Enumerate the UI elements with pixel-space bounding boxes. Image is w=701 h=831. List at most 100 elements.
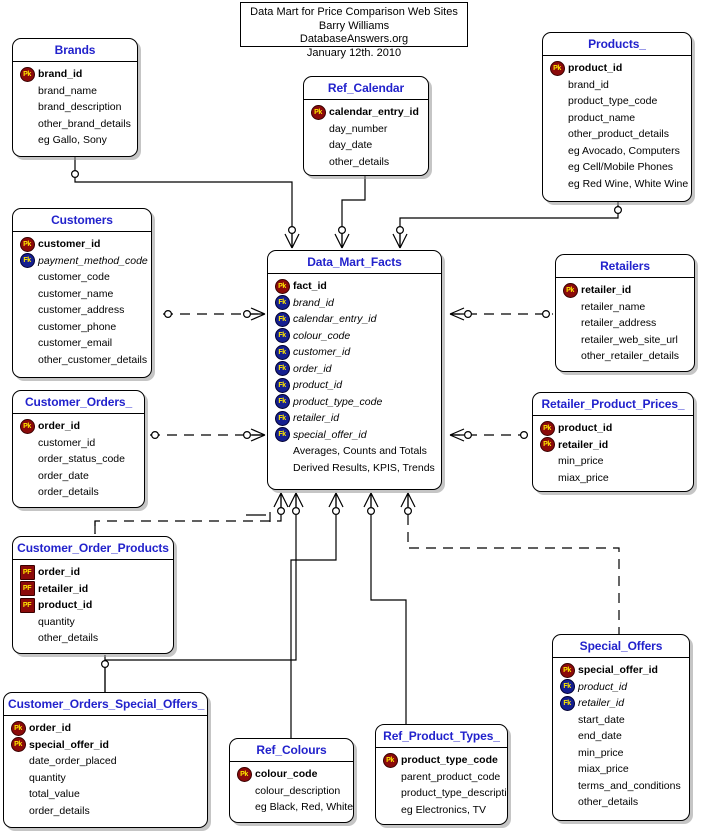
key-badge-slot: Fk [272, 344, 292, 360]
entity-customers[interactable]: Customers Pk customer_id Fk payment_method_… [12, 208, 152, 378]
attribute-row: PF order_id [17, 564, 169, 581]
attribute-row: min_price [537, 453, 689, 470]
key-badge-slot: Fk [272, 410, 292, 426]
entity-title-products: Products_ [543, 33, 691, 56]
attribute-row: Pk retailer_id [560, 282, 690, 299]
entity-retailers[interactable]: Retailers Pk retailer_id retailer_name reta… [555, 254, 695, 372]
key-badge-slot: Fk [272, 311, 292, 327]
attribute-name: retailer_id [578, 697, 625, 710]
attribute-name: customer_phone [38, 320, 117, 333]
pk-key-icon: Pk [236, 766, 252, 782]
attribute-row: Fk brand_id [272, 295, 437, 312]
entity-ref-product-types[interactable]: Ref_Product_Types_ Pk product_type_code pa… [375, 724, 508, 825]
fk-key-icon: Fk [274, 311, 290, 327]
attribute-name: eg Avocado, Computers [568, 144, 680, 157]
attribute-row: Pk calendar_entry_id [308, 104, 424, 121]
attribute-row: order_details [17, 484, 140, 501]
entity-customer-orders-special-offers[interactable]: Customer_Orders_Special_Offers_ Pk order_… [3, 692, 208, 828]
entity-attrs-retailer-product-prices: Pk product_id Pk retailer_id min_price miax_p… [533, 416, 693, 491]
key-badge-slot: Pk [17, 418, 37, 434]
attribute-row: start_date [557, 712, 685, 729]
attribute-name: min_price [578, 746, 624, 759]
entity-ref-calendar[interactable]: Ref_Calendar Pk calendar_entry_id day_numb… [303, 76, 429, 176]
attribute-name: order_date [38, 469, 89, 482]
attribute-row: brand_id [547, 77, 687, 94]
attribute-name: order_status_code [38, 453, 125, 466]
attribute-row: other_retailer_details [560, 348, 690, 365]
pk-key-icon: Pk [559, 662, 575, 678]
entity-special-offers[interactable]: Special_Offers Pk special_offer_id Fk produ… [552, 634, 690, 821]
entity-title-customer-orders: Customer_Orders_ [13, 391, 144, 414]
key-badge-slot: Pk [557, 662, 577, 678]
attribute-name: other_brand_details [38, 117, 131, 130]
attribute-name: customer_email [38, 337, 113, 350]
key-badge-slot: Pk [8, 720, 28, 736]
fk-key-icon: Fk [274, 410, 290, 426]
attribute-name: other_details [38, 632, 99, 645]
attribute-name: quantity [29, 771, 66, 784]
entity-title-data-mart-facts: Data_Mart_Facts [268, 251, 441, 274]
attribute-name: other_details [329, 155, 390, 168]
pk-key-icon: Pk [310, 104, 326, 120]
attribute-name: total_value [29, 788, 80, 801]
key-badge-slot: Pk [8, 737, 28, 753]
attribute-name: parent_product_code [401, 770, 501, 783]
fk-key-icon: Fk [19, 253, 35, 269]
attribute-name: min_price [558, 455, 604, 468]
attribute-row: product_name [547, 110, 687, 127]
key-badge-slot: Pk [380, 752, 400, 768]
attribute-name: customer_code [38, 271, 110, 284]
attribute-row: order_details [8, 803, 203, 820]
attribute-name: order_details [29, 804, 90, 817]
entity-customer-orders[interactable]: Customer_Orders_ Pk order_id customer_id or… [12, 390, 145, 508]
entity-title-ref-product-types: Ref_Product_Types_ [376, 725, 507, 748]
attribute-name: miax_price [578, 763, 629, 776]
title-line-3: DatabaseAnswers.org [299, 33, 409, 45]
attribute-name: day_date [329, 139, 373, 152]
attribute-row: PF retailer_id [17, 581, 169, 598]
entity-data-mart-facts[interactable]: Data_Mart_Facts Pk fact_id Fk brand_id Fk cal… [267, 250, 442, 490]
entity-title-ref-colours: Ref_Colours [230, 739, 353, 762]
entity-attrs-customers: Pk customer_id Fk payment_method_codecustom… [13, 232, 151, 373]
entity-attrs-customer-orders: Pk order_id customer_id order_status_code or… [13, 414, 144, 506]
attribute-name: colour_description [255, 784, 341, 797]
entity-retailer-product-prices[interactable]: Retailer_Product_Prices_ Pk product_id Pk r… [532, 392, 694, 492]
pf-key-icon: PF [19, 597, 35, 613]
key-badge-slot: Pk [537, 437, 557, 453]
attribute-row: Fk order_id [272, 361, 437, 378]
entity-title-retailers: Retailers [556, 255, 694, 278]
entity-ref-colours[interactable]: Ref_Colours Pk colour_code colour_descript… [229, 738, 354, 823]
attribute-name: special_offer_id [578, 664, 658, 677]
pk-key-icon: Pk [562, 282, 578, 298]
entity-brands[interactable]: Brands Pk brand_id brand_name brand_descrip… [12, 38, 138, 157]
pk-key-icon: Pk [382, 752, 398, 768]
attribute-name: retailer_address [581, 317, 657, 330]
key-badge-slot: Fk [272, 295, 292, 311]
entity-attrs-customer-orders-special-offers: Pk order_id Pk special_offer_id date_order_p… [4, 716, 207, 824]
attribute-row: customer_id [17, 435, 140, 452]
attribute-name: eg Cell/Mobile Phones [568, 161, 674, 174]
attribute-row: Pk customer_id [17, 236, 147, 253]
attribute-name: retailer_id [293, 412, 340, 425]
attribute-row: Derived Results, KPIS, Trends [272, 460, 437, 477]
attribute-name: customer_id [38, 436, 96, 449]
entity-customer-order-products[interactable]: Customer_Order_Products PF order_id PF reta… [12, 536, 174, 654]
attribute-name: payment_method_code [38, 254, 148, 267]
attribute-row: terms_and_conditions [557, 778, 685, 795]
attribute-name: retailer_id [558, 438, 609, 451]
attribute-row: Pk order_id [8, 720, 203, 737]
attribute-row: colour_description [234, 783, 349, 800]
key-badge-slot: Fk [272, 427, 292, 443]
entity-products[interactable]: Products_ Pk product_id brand_id product_ty… [542, 32, 692, 202]
entity-title-ref-calendar: Ref_Calendar [304, 77, 428, 100]
attribute-name: product_id [38, 599, 93, 612]
key-badge-slot: Pk [547, 60, 567, 76]
attribute-row: Fk product_id [272, 377, 437, 394]
key-badge-slot: PF [17, 581, 37, 597]
attribute-name: retailer_id [581, 284, 632, 297]
attribute-row: other_customer_details [17, 352, 147, 369]
entity-attrs-products: Pk product_id brand_id product_type_code pro… [543, 56, 691, 197]
attribute-row: parent_product_code [380, 769, 503, 786]
key-badge-slot: Pk [537, 420, 557, 436]
attribute-name: order_details [38, 486, 99, 499]
